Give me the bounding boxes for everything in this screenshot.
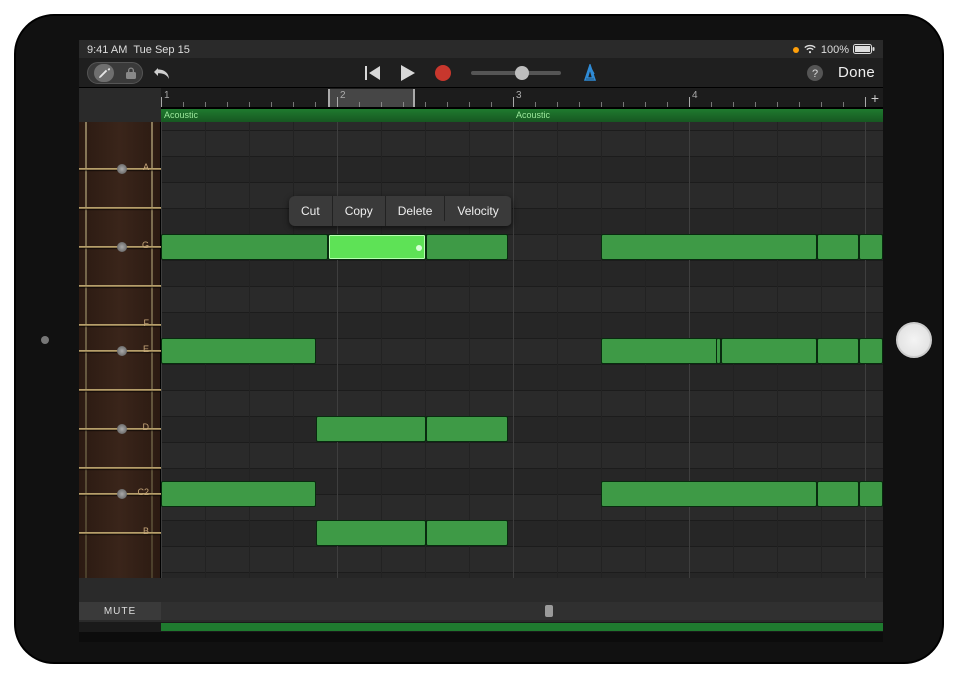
volume-slider[interactable]: [471, 71, 561, 75]
record-button[interactable]: [435, 65, 451, 81]
string-row: C2: [79, 481, 161, 507]
timeline-ruler[interactable]: + 1234: [161, 88, 883, 108]
toolbar: ? Done: [79, 58, 883, 88]
piano-roll-keys: A G F E D C2 B: [79, 122, 161, 578]
string-label: C2: [137, 487, 149, 497]
string-row: F: [79, 312, 161, 338]
status-time: 9:41 AM: [87, 44, 127, 56]
midi-note[interactable]: [721, 338, 817, 364]
midi-note[interactable]: [426, 520, 508, 546]
status-date: Tue Sep 15: [133, 44, 189, 56]
string-row: B: [79, 520, 161, 546]
region[interactable]: Acoustic: [513, 109, 883, 123]
string-row: D: [79, 416, 161, 442]
midi-note[interactable]: [161, 481, 316, 507]
horizontal-scrollbar[interactable]: [79, 622, 883, 632]
string-row: G: [79, 234, 161, 260]
string-row: [79, 455, 161, 481]
midi-note[interactable]: [601, 481, 817, 507]
region-strip[interactable]: AcousticAcoustic: [161, 108, 883, 122]
string-row: [79, 195, 161, 221]
editor-area: A G F E D C2 B CutCopyDeleteVelocity: [79, 122, 883, 578]
app-screen: 9:41 AM Tue Sep 15 100%: [79, 40, 883, 642]
midi-note[interactable]: [817, 481, 859, 507]
midi-note[interactable]: [426, 416, 508, 442]
string-label: B: [143, 526, 149, 536]
playhead-track[interactable]: [161, 602, 883, 620]
string-label: E: [143, 344, 149, 354]
midi-note[interactable]: [817, 234, 859, 260]
bottom-spacer: [79, 632, 883, 642]
volume-thumb[interactable]: [515, 66, 529, 80]
midi-note[interactable]: [601, 338, 721, 364]
context-menu-item[interactable]: Velocity: [445, 196, 511, 226]
string-row: [79, 273, 161, 299]
string-label: G: [142, 240, 149, 250]
midi-note[interactable]: [859, 338, 883, 364]
home-button[interactable]: [896, 322, 932, 358]
help-button[interactable]: ?: [806, 64, 824, 82]
edit-mode-toggle[interactable]: [87, 62, 143, 84]
play-button[interactable]: [401, 65, 415, 81]
add-section-button[interactable]: +: [871, 90, 879, 106]
region[interactable]: Acoustic: [161, 109, 513, 123]
bar-number: 4: [692, 90, 698, 101]
status-bar: 9:41 AM Tue Sep 15 100%: [79, 40, 883, 58]
string-label: A: [143, 162, 149, 172]
mute-button[interactable]: MUTE: [79, 602, 161, 620]
battery-percent: 100%: [821, 44, 849, 56]
undo-button[interactable]: [153, 65, 173, 81]
string-row: E: [79, 338, 161, 364]
recording-indicator-icon: [793, 47, 799, 53]
midi-note[interactable]: [601, 234, 817, 260]
pencil-icon: [94, 64, 114, 82]
midi-note[interactable]: [328, 234, 426, 260]
metronome-icon[interactable]: [581, 64, 599, 82]
string-label: D: [143, 422, 150, 432]
camera-dot: [41, 336, 49, 344]
mute-label: MUTE: [104, 606, 136, 617]
done-button[interactable]: Done: [838, 64, 875, 81]
midi-note[interactable]: [316, 416, 426, 442]
context-menu-item[interactable]: Cut: [289, 196, 333, 226]
midi-note[interactable]: [316, 520, 426, 546]
string-row: [79, 377, 161, 403]
rewind-button[interactable]: [363, 66, 381, 80]
midi-note[interactable]: [161, 234, 328, 260]
svg-text:?: ?: [812, 68, 818, 80]
midi-note[interactable]: [161, 338, 316, 364]
lock-icon: [126, 67, 136, 79]
transport-controls: [363, 64, 599, 82]
bar-number: 3: [516, 90, 522, 101]
string-row: A: [79, 156, 161, 182]
playhead-thumb[interactable]: [545, 605, 553, 617]
wifi-icon: [803, 44, 817, 57]
midi-note[interactable]: [426, 234, 508, 260]
bar-number: 1: [164, 90, 170, 101]
context-menu-item[interactable]: Copy: [333, 196, 386, 226]
midi-note[interactable]: [817, 338, 859, 364]
midi-note[interactable]: [859, 481, 883, 507]
battery-icon: [853, 44, 875, 57]
context-menu: CutCopyDeleteVelocity: [289, 196, 512, 226]
note-grid[interactable]: CutCopyDeleteVelocity: [161, 122, 883, 578]
ipad-frame: 9:41 AM Tue Sep 15 100%: [14, 14, 944, 664]
midi-note[interactable]: [859, 234, 883, 260]
cycle-region[interactable]: [328, 89, 415, 107]
string-label: F: [144, 318, 150, 328]
scrollbar-thumb[interactable]: [161, 623, 883, 631]
